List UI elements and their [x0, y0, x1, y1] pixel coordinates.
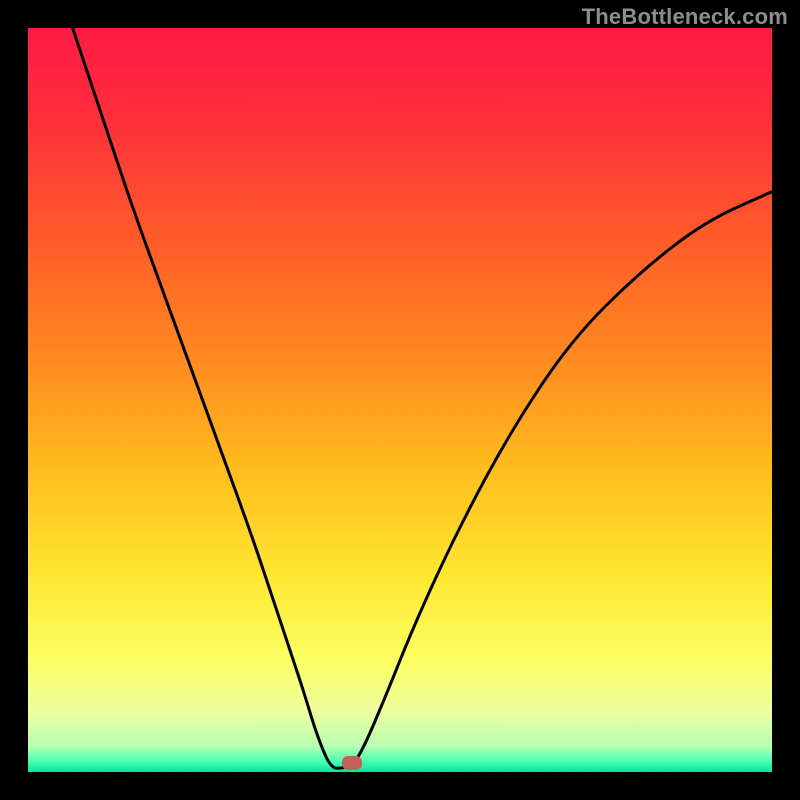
watermark-text: TheBottleneck.com	[582, 4, 788, 30]
chart-frame: TheBottleneck.com	[0, 0, 800, 800]
bottleneck-curve	[28, 28, 772, 772]
optimal-point-marker	[342, 756, 362, 770]
plot-area	[28, 28, 772, 772]
